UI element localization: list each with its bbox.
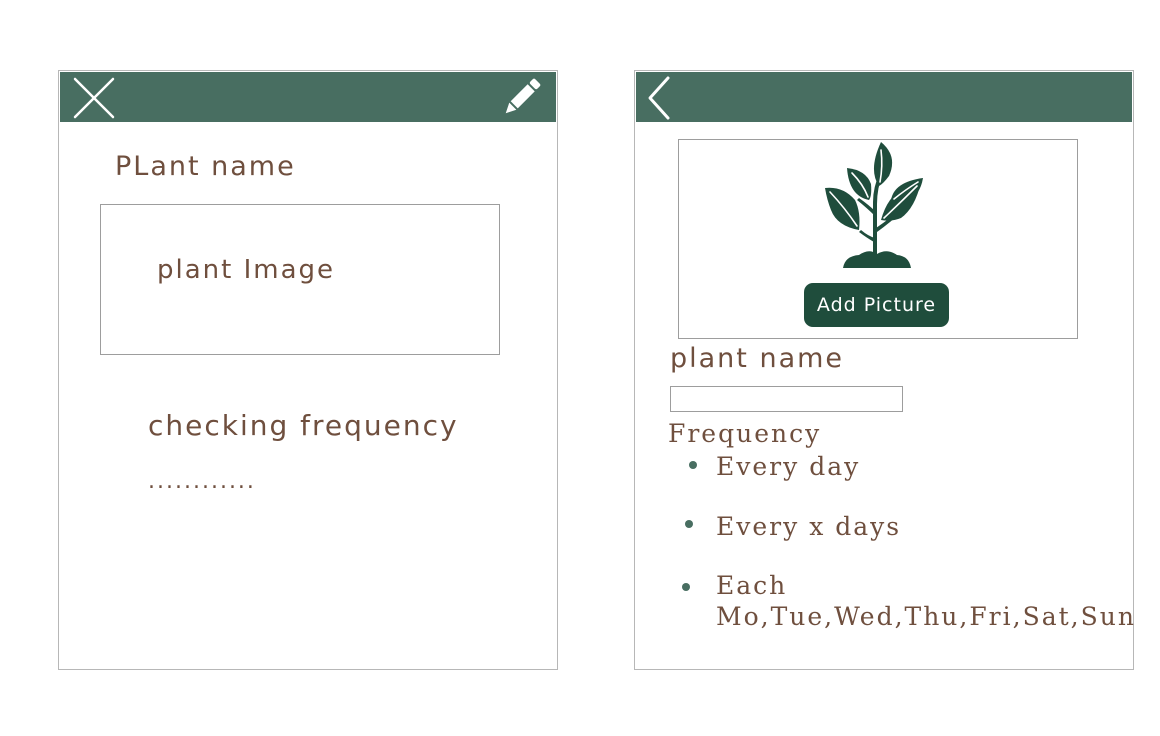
frequency-option-every-day[interactable]: Every day — [675, 451, 925, 487]
frequency-label: Frequency — [668, 419, 822, 448]
plant-detail-screen: PLant name plant Image checking frequenc… — [58, 70, 558, 670]
plant-image-placeholder: plant Image — [100, 204, 500, 355]
plant-name-title: PLant name — [115, 151, 296, 182]
frequency-option-each-weekday[interactable]: Each Mo,Tue,Wed,Thu,Fri,Sat,Sun — [675, 570, 1135, 634]
frequency-option-every-x-days[interactable]: Every x days — [675, 511, 925, 547]
top-bar — [60, 72, 556, 122]
add-picture-button[interactable]: Add Picture — [804, 283, 949, 327]
option-bullet — [689, 461, 697, 469]
chevron-left-icon[interactable] — [642, 74, 676, 122]
add-plant-screen: Add Picture plant name Frequency Every d… — [634, 70, 1134, 670]
plant-picture-area: Add Picture — [678, 139, 1078, 339]
weekday-list: Mo,Tue,Wed,Thu,Fri,Sat,Sun — [716, 602, 1136, 631]
plant-image-label: plant Image — [157, 255, 336, 285]
frequency-option-label: Every day — [716, 452, 861, 481]
top-bar — [636, 72, 1132, 122]
close-icon[interactable] — [72, 76, 116, 120]
plant-sprout-icon — [825, 142, 923, 268]
option-bullet — [685, 520, 693, 528]
plant-name-input[interactable] — [670, 386, 903, 412]
plant-name-label: plant name — [670, 343, 845, 374]
checking-frequency-value: ............ — [148, 469, 256, 494]
checking-frequency-label: checking frequency — [148, 409, 459, 442]
option-bullet — [682, 583, 690, 591]
pencil-icon[interactable] — [500, 75, 544, 119]
frequency-option-label: Every x days — [716, 512, 902, 541]
frequency-option-label: Each — [716, 571, 788, 600]
